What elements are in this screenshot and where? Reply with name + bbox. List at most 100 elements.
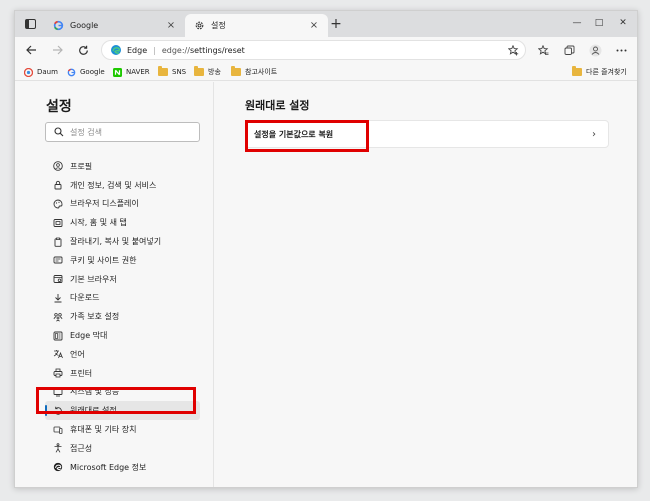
sidebar-item-label: Microsoft Edge 정보 [70, 462, 147, 472]
favorites-button[interactable] [535, 42, 551, 58]
tab-strip: Google × 설정 × + — □ ✕ [15, 11, 637, 37]
sidebar-item-label: 언어 [70, 349, 85, 359]
sidebar-item-default-browser[interactable]: 기본 브라우저 [45, 270, 200, 289]
favorites-star-icon [537, 44, 548, 55]
gear-icon [193, 20, 205, 32]
tab-actions-icon [24, 19, 36, 29]
bookmark-daum[interactable]: Daum [23, 66, 58, 78]
sidebar-item-printers[interactable]: 프린터 [45, 364, 200, 383]
sidebar-item-clipboard[interactable]: 잘라내기, 복사 및 붙여넣기 [45, 232, 200, 251]
bookmark-label: 참고사이트 [245, 68, 278, 76]
home-icon [53, 218, 63, 228]
sidebar-item-label: 휴대폰 및 기타 장치 [70, 425, 137, 435]
sidebar-item-accessibility[interactable]: 접근성 [45, 439, 200, 458]
close-tab-button[interactable]: × [165, 20, 177, 32]
address-bar[interactable]: Edge | edge://settings/reset [101, 40, 526, 60]
tab-title: Google [70, 21, 99, 30]
tab-google[interactable]: Google × [44, 14, 185, 37]
search-input[interactable] [70, 127, 190, 137]
edge-brand-label: Edge [127, 45, 148, 55]
page-title: 원래대로 설정 [245, 99, 310, 112]
collections-button[interactable] [561, 42, 577, 58]
sidebar-item-start-home[interactable]: 시작, 홈 및 새 탭 [45, 213, 200, 232]
language-icon [53, 349, 63, 359]
sidebar-item-languages[interactable]: 언어 [45, 345, 200, 364]
sidebar-item-downloads[interactable]: 다운로드 [45, 289, 200, 308]
bookmark-label: NAVER [126, 68, 150, 76]
more-menu-button[interactable] [613, 42, 629, 58]
sidebar-item-label: 프로필 [70, 161, 93, 171]
sidebar-item-edge-bar[interactable]: Edge 막대 [45, 326, 200, 345]
bookmark-folder-sns[interactable]: SNS [158, 66, 186, 78]
sidebar-item-phone-devices[interactable]: 휴대폰 및 기타 장치 [45, 420, 200, 439]
tab-settings[interactable]: 설정 × [185, 14, 328, 37]
sidebar-item-profile[interactable]: 프로필 [45, 157, 200, 176]
tab-title: 설정 [211, 21, 226, 30]
arrow-right-icon [52, 45, 63, 55]
sidebar-item-label: 다운로드 [70, 293, 100, 303]
sidebar-item-label: 원래대로 설정 [70, 406, 117, 416]
sidebar-item-about-edge[interactable]: Microsoft Edge 정보 [45, 458, 200, 477]
sidebar-item-cookies[interactable]: 쿠키 및 사이트 권한 [45, 251, 200, 270]
search-icon [54, 127, 64, 137]
profile-button[interactable] [587, 42, 603, 58]
sidebar-item-reset[interactable]: 원래대로 설정 [45, 401, 200, 421]
bookmark-folder-reference[interactable]: 참고사이트 [231, 66, 277, 78]
add-favorite-button[interactable] [507, 44, 519, 56]
reset-icon [53, 406, 63, 416]
settings-sidebar: 설정 프로필 개인 정보, 검색 및 서비스 브라우저 디스플레이 시작, 홈 … [15, 82, 214, 487]
other-favorites-folder[interactable]: 다른 즐겨찾기 [572, 66, 627, 78]
new-tab-button[interactable]: + [329, 17, 343, 31]
sidebar-item-label: 쿠키 및 사이트 권한 [70, 255, 137, 265]
cookie-icon [53, 255, 63, 265]
avatar-icon [589, 44, 601, 56]
bookmark-naver[interactable]: NAVER [112, 66, 150, 78]
sidebar-item-appearance[interactable]: 브라우저 디스플레이 [45, 195, 200, 214]
palette-icon [53, 199, 63, 209]
close-tab-button[interactable]: × [308, 20, 320, 32]
sidebar-nav: 프로필 개인 정보, 검색 및 서비스 브라우저 디스플레이 시작, 홈 및 새… [45, 157, 200, 477]
address-separator: | [153, 45, 156, 55]
browser-window: Google × 설정 × + — □ ✕ Edge | edge:// set… [14, 10, 638, 488]
chevron-right-icon: › [592, 128, 596, 140]
maximize-button[interactable]: □ [589, 16, 609, 30]
forward-button[interactable] [49, 42, 65, 58]
back-button[interactable] [23, 42, 39, 58]
sidebar-title: 설정 [46, 99, 72, 115]
sidebar-item-label: 브라우저 디스플레이 [70, 199, 139, 209]
settings-main-panel: 원래대로 설정 설정을 기본값으로 복원 › [214, 82, 637, 487]
bookmark-folder-broadcast[interactable]: 방송 [194, 66, 221, 78]
refresh-button[interactable] [75, 42, 91, 58]
navigation-bar: Edge | edge://settings/reset [15, 37, 637, 63]
sidebar-item-family[interactable]: 가족 보호 설정 [45, 307, 200, 326]
printer-icon [53, 368, 63, 378]
sidebar-item-system[interactable]: 시스템 및 성능 [45, 383, 200, 402]
folder-icon [194, 66, 204, 77]
bookmark-label: SNS [172, 68, 187, 76]
sidebar-item-label: 접근성 [70, 443, 93, 453]
bookmark-label: Google [80, 68, 105, 76]
system-icon [53, 387, 63, 397]
phone-icon [53, 425, 63, 435]
collections-icon [564, 45, 574, 55]
refresh-icon [78, 45, 88, 55]
sidebar-item-privacy[interactable]: 개인 정보, 검색 및 서비스 [45, 176, 200, 195]
sidebar-item-label: 프린터 [70, 368, 93, 378]
clipboard-icon [53, 237, 63, 247]
settings-search[interactable] [45, 122, 200, 142]
other-favorites-label: 다른 즐겨찾기 [586, 68, 627, 76]
tab-actions-button[interactable] [22, 16, 38, 32]
star-add-icon [507, 44, 518, 55]
sidebar-item-label: Edge 막대 [70, 331, 108, 341]
restore-defaults-button[interactable]: 설정을 기본값으로 복원 › [245, 120, 609, 148]
sidebar-item-label: 가족 보호 설정 [70, 312, 120, 322]
favorites-bar: Daum Google NAVER SNS 방송 참고사이트 다른 즐겨찾기 [15, 63, 637, 81]
url-path: settings/reset [189, 45, 245, 55]
close-window-button[interactable]: ✕ [613, 16, 633, 30]
browser-icon [53, 274, 63, 284]
ellipsis-icon [616, 49, 626, 51]
minimize-button[interactable]: — [567, 16, 587, 30]
folder-icon [572, 66, 582, 77]
bookmark-google[interactable]: Google [66, 66, 105, 78]
sidebar-item-label: 잘라내기, 복사 및 붙여넣기 [70, 237, 162, 247]
